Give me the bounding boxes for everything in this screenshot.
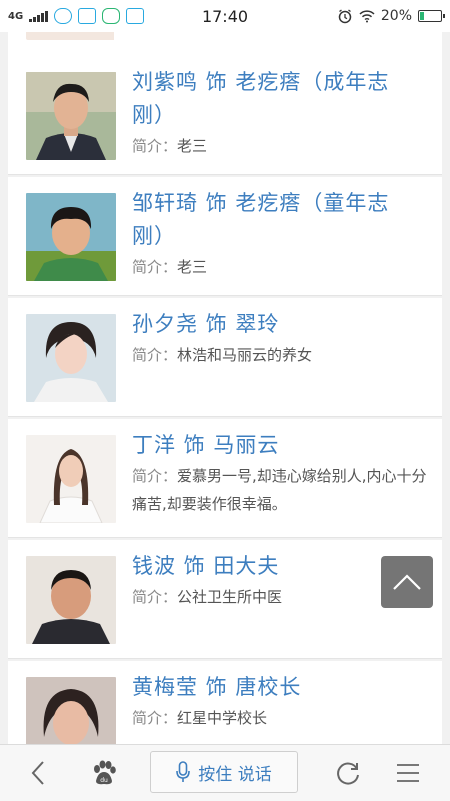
- cast-item[interactable]: 钱波 饰 田大夫 简介：公社卫生所中医: [8, 540, 442, 659]
- network-type: 4G: [8, 10, 24, 22]
- list-item-partial: [8, 32, 442, 56]
- cast-description: 简介：老三: [132, 253, 427, 281]
- voice-input-label: 按住 说话: [198, 764, 272, 785]
- cast-item[interactable]: 刘紫鸣 饰 老疙瘩（成年志刚） 简介：老三: [8, 56, 442, 175]
- description-label: 简介：: [132, 346, 178, 364]
- menu-button[interactable]: [390, 745, 426, 801]
- cast-item[interactable]: 邹轩琦 饰 老疙瘩（童年志刚） 简介：老三: [8, 177, 442, 296]
- description-label: 简介：: [132, 258, 178, 276]
- actor-photo[interactable]: [26, 193, 116, 281]
- cast-name-link[interactable]: 丁洋 饰 马丽云: [132, 429, 422, 462]
- description-label: 简介：: [132, 467, 178, 485]
- description-label: 简介：: [132, 709, 178, 727]
- cast-name-link[interactable]: 钱波 饰 田大夫: [132, 550, 422, 583]
- description-text: 老三: [177, 258, 208, 276]
- refresh-button[interactable]: [330, 745, 366, 801]
- cast-name-link[interactable]: 邹轩琦 饰 老疙瘩（童年志刚）: [132, 187, 422, 253]
- back-arrow-icon: [31, 761, 44, 785]
- description-text: 林浩和马丽云的养女: [177, 346, 313, 364]
- alarm-icon: [338, 9, 352, 24]
- back-button[interactable]: [20, 745, 56, 801]
- shield-notification-icon: [126, 8, 145, 24]
- paw-icon: du: [94, 760, 116, 785]
- voice-input-button[interactable]: 按住 说话: [150, 751, 298, 793]
- wifi-icon: [359, 10, 375, 23]
- svg-text:du: du: [100, 777, 108, 784]
- gallery-notification-icon: [78, 8, 97, 24]
- microphone-icon: [176, 761, 191, 782]
- actor-photo: [26, 32, 114, 40]
- cast-name-link[interactable]: 黄梅莹 饰 唐校长: [132, 671, 422, 704]
- cast-name-link[interactable]: 孙夕尧 饰 翠玲: [132, 308, 422, 341]
- cast-description: 简介：林浩和马丽云的养女: [132, 341, 427, 369]
- refresh-icon: [337, 762, 359, 785]
- actor-photo[interactable]: [26, 314, 116, 402]
- scroll-to-top-button[interactable]: [381, 556, 433, 608]
- description-text: 老三: [177, 137, 208, 155]
- description-label: 简介：: [132, 588, 178, 606]
- status-bar: 4G 17:40 20%: [0, 0, 450, 32]
- cast-item[interactable]: 丁洋 饰 马丽云 简介：爱慕男一号,却违心嫁给别人,内心十分痛苦,却要装作很幸福…: [8, 419, 442, 538]
- description-text: 爱慕男一号,却违心嫁给别人,内心十分痛苦,却要装作很幸福。: [132, 467, 427, 513]
- qq-notification-icon: [54, 8, 73, 24]
- description-label: 简介：: [132, 137, 178, 155]
- description-text: 公社卫生所中医: [177, 588, 283, 606]
- signal-icon: [29, 10, 49, 22]
- bottom-toolbar: du 按住 说话: [0, 744, 450, 801]
- cast-item[interactable]: 孙夕尧 饰 翠玲 简介：林浩和马丽云的养女: [8, 298, 442, 417]
- cast-description: 简介：爱慕男一号,却违心嫁给别人,内心十分痛苦,却要装作很幸福。: [132, 462, 427, 518]
- actor-photo[interactable]: [26, 556, 116, 644]
- battery-percent: 20%: [380, 8, 412, 24]
- message-notification-icon: [102, 8, 121, 24]
- actor-photo[interactable]: [26, 435, 116, 523]
- cast-description: 简介：红星中学校长: [132, 704, 427, 732]
- actor-photo[interactable]: [26, 72, 116, 160]
- chevron-up-icon: [393, 574, 421, 590]
- menu-icon: [397, 764, 419, 782]
- battery-icon: [418, 10, 445, 22]
- cast-name-link[interactable]: 刘紫鸣 饰 老疙瘩（成年志刚）: [132, 66, 422, 132]
- cast-description: 简介：老三: [132, 132, 427, 160]
- baidu-home-button[interactable]: du: [86, 745, 122, 801]
- description-text: 红星中学校长: [177, 709, 268, 727]
